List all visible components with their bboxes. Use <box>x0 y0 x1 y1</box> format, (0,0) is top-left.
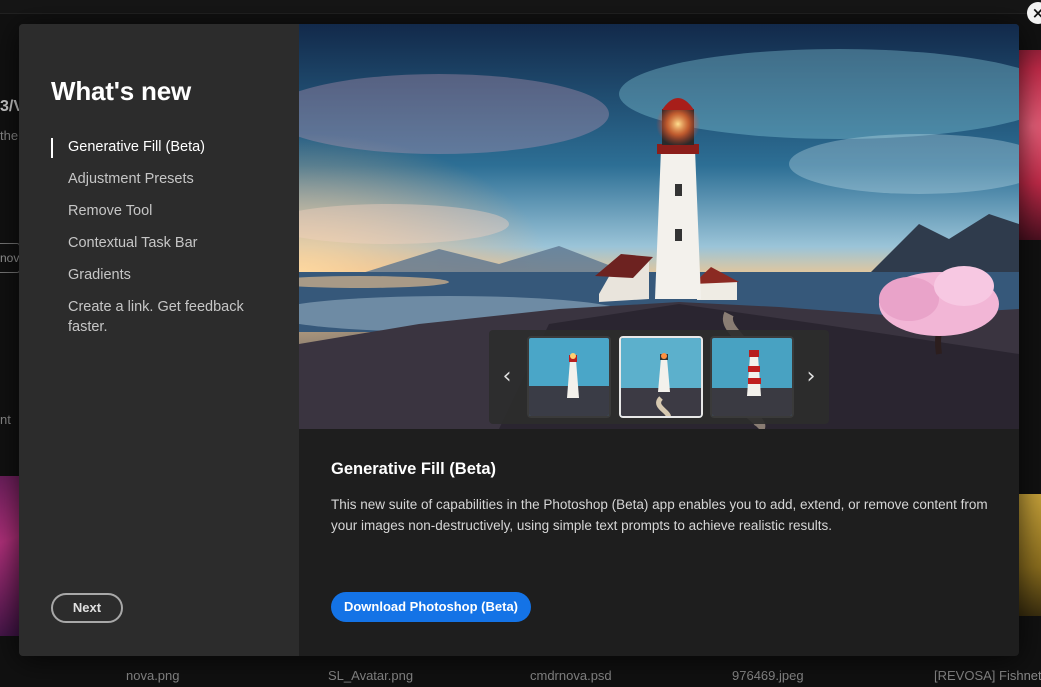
close-icon[interactable]: × <box>1027 2 1041 24</box>
dialog-title: What's new <box>51 76 191 106</box>
file-name[interactable]: [REVOSA] Fishnet S <box>934 668 1041 683</box>
file-name[interactable]: nova.png <box>126 668 180 683</box>
feature-title: Generative Fill (Beta) <box>331 460 497 478</box>
carousel-thumbnail-2[interactable] <box>619 336 703 418</box>
nav-item-gradients[interactable]: Gradients <box>51 265 281 285</box>
feature-nav: Generative Fill (Beta) Adjustment Preset… <box>51 137 281 349</box>
background-thumbnail[interactable] <box>0 476 20 636</box>
image-carousel: ‹ › <box>489 330 829 424</box>
background-thumbnail[interactable] <box>1019 50 1041 240</box>
background-text-fragment-2: nt <box>0 412 11 427</box>
carousel-thumbnail-3[interactable] <box>710 336 794 418</box>
nav-item-remove-tool[interactable]: Remove Tool <box>51 201 281 221</box>
nav-item-generative-fill[interactable]: Generative Fill (Beta) <box>51 137 281 158</box>
whats-new-dialog: What's new Generative Fill (Beta) Adjust… <box>19 24 1019 656</box>
background-file-list: nova.png SL_Avatar.png cmdrnova.psd 9764… <box>0 668 1041 687</box>
background-app-topbar <box>0 0 1041 14</box>
feature-description: This new suite of capabilities in the Ph… <box>331 497 988 533</box>
background-button[interactable]: nov <box>0 243 20 273</box>
background-button-label: nov <box>0 251 20 265</box>
next-button[interactable]: Next <box>51 593 123 623</box>
nav-item-adjustment-presets[interactable]: Adjustment Presets <box>51 169 281 189</box>
file-name[interactable]: 976469.jpeg <box>732 668 804 683</box>
file-name[interactable]: SL_Avatar.png <box>328 668 413 683</box>
carousel-thumbnail-1[interactable] <box>527 336 611 418</box>
background-text-fragment: the <box>0 128 19 143</box>
nav-item-contextual-task-bar[interactable]: Contextual Task Bar <box>51 233 281 253</box>
background-thumbnail[interactable] <box>1019 494 1041 616</box>
download-photoshop-beta-button[interactable]: Download Photoshop (Beta) <box>331 592 531 622</box>
chevron-right-icon[interactable]: › <box>793 330 829 424</box>
sidebar: What's new Generative Fill (Beta) Adjust… <box>19 24 299 656</box>
chevron-left-icon[interactable]: ‹ <box>489 330 525 424</box>
feature-hero-image: ‹ › <box>299 24 1019 429</box>
file-name[interactable]: cmdrnova.psd <box>530 668 612 683</box>
nav-item-create-link[interactable]: Create a link. Get feedback faster. <box>51 297 281 337</box>
